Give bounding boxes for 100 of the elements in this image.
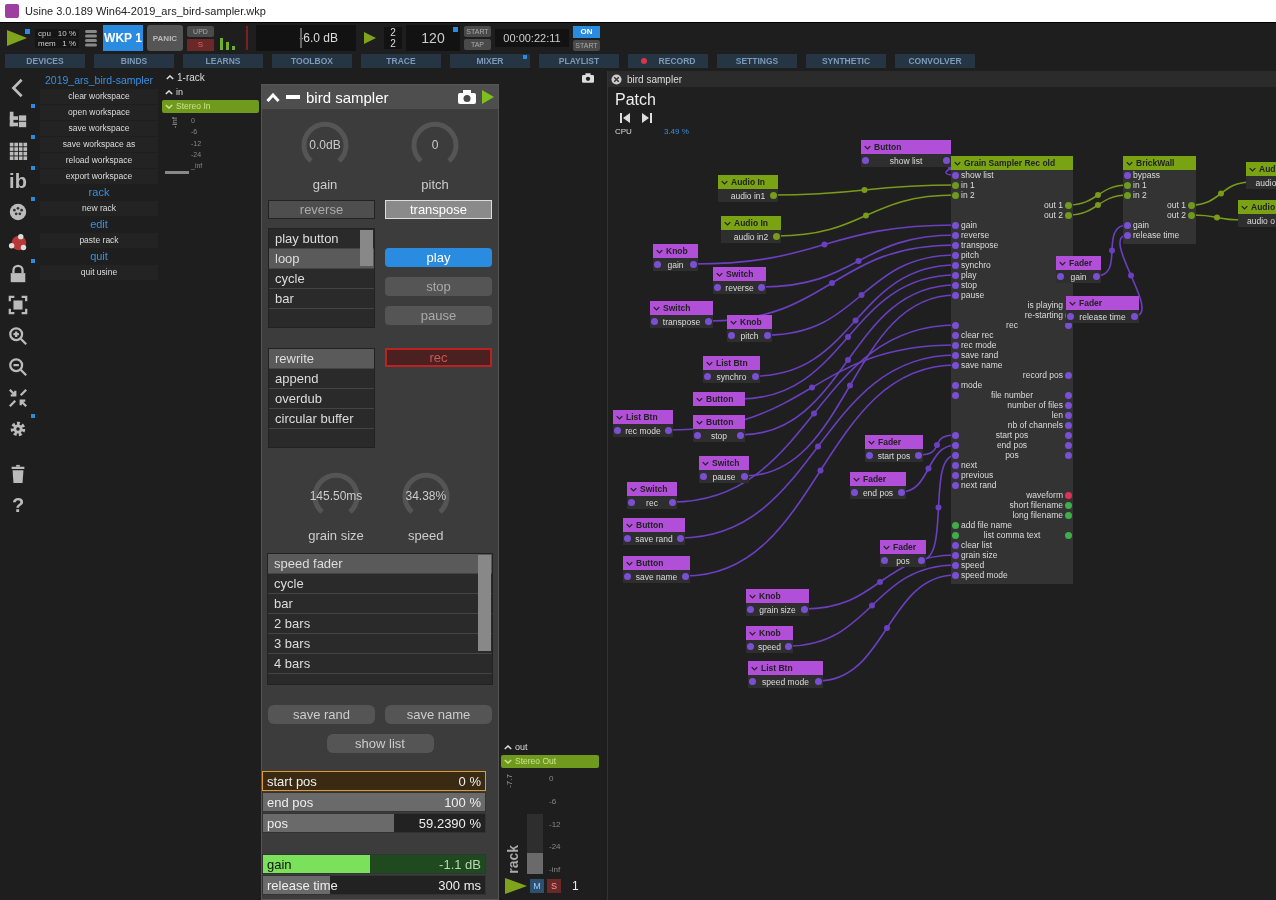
port-dot[interactable] xyxy=(682,573,689,580)
show-list-button[interactable]: show list xyxy=(326,734,434,753)
play-icon[interactable] xyxy=(505,878,527,894)
chevron-down-icon[interactable] xyxy=(653,305,660,311)
time-signature[interactable]: 2 2 xyxy=(384,27,402,49)
chevron-down-icon[interactable] xyxy=(630,486,637,492)
frame-icon[interactable] xyxy=(8,295,28,315)
chevron-down-icon[interactable] xyxy=(706,360,713,366)
port-dot[interactable] xyxy=(943,157,950,164)
workspace-name[interactable]: 2019_ars_bird-sampler xyxy=(40,74,158,88)
knob[interactable]: 34.38% xyxy=(399,470,452,522)
port-dot[interactable] xyxy=(773,233,780,240)
port-dot[interactable] xyxy=(952,471,959,479)
chevron-down-icon[interactable] xyxy=(730,319,737,325)
dial-icon[interactable] xyxy=(8,202,28,222)
transport-button[interactable]: stop xyxy=(385,277,492,296)
port-dot[interactable] xyxy=(1065,411,1072,419)
port-dot[interactable] xyxy=(1124,221,1131,229)
port-dot[interactable] xyxy=(952,331,959,339)
patch-node[interactable]: Button stop xyxy=(693,415,745,442)
port-dot[interactable] xyxy=(1065,511,1072,519)
menu-item[interactable]: quit usine xyxy=(40,265,158,280)
port-dot[interactable] xyxy=(952,461,959,469)
port-dot[interactable] xyxy=(952,221,959,229)
patch-node[interactable]: Switch pause xyxy=(699,456,749,483)
node-header[interactable]: Button xyxy=(623,518,685,532)
master-volume-display[interactable]: -6.0 dB xyxy=(256,25,356,51)
port-dot[interactable] xyxy=(1065,211,1072,219)
tab[interactable]: TOOLBOX xyxy=(272,54,352,68)
patch-node[interactable]: Knob speed xyxy=(746,626,793,653)
chevron-down-icon[interactable] xyxy=(696,396,703,402)
chevron-down-icon[interactable] xyxy=(696,419,703,425)
action-button[interactable]: save rand xyxy=(268,705,375,724)
port-dot[interactable] xyxy=(898,489,905,496)
chevron-up-icon[interactable] xyxy=(166,75,174,80)
port-dot[interactable] xyxy=(1065,431,1072,439)
port-dot[interactable] xyxy=(1065,201,1072,209)
port-dot[interactable] xyxy=(952,261,959,269)
node-header[interactable]: Fader xyxy=(880,540,926,554)
port-dot[interactable] xyxy=(770,192,777,199)
collapse-icon[interactable] xyxy=(8,388,28,408)
port-dot[interactable] xyxy=(651,318,658,325)
node-header[interactable]: Fader xyxy=(1066,296,1139,310)
patch-node[interactable]: Fader gain xyxy=(1056,256,1101,283)
menu-item[interactable]: save workspace as xyxy=(40,137,158,152)
port-dot[interactable] xyxy=(952,251,959,259)
panic-button[interactable]: PANIC xyxy=(147,25,183,51)
port-dot[interactable] xyxy=(952,341,959,349)
chevron-down-icon[interactable] xyxy=(749,593,756,599)
port-dot[interactable] xyxy=(952,231,959,239)
fader[interactable]: release time 300 ms xyxy=(262,875,486,895)
port-dot[interactable] xyxy=(747,643,754,650)
chevron-down-icon[interactable] xyxy=(751,665,758,671)
chevron-down-icon[interactable] xyxy=(1241,204,1248,210)
port-dot[interactable] xyxy=(1124,171,1131,179)
node-header[interactable]: Fader xyxy=(850,472,906,486)
port-dot[interactable] xyxy=(801,606,808,613)
scrollbar[interactable] xyxy=(478,555,491,651)
camera-icon[interactable] xyxy=(582,72,594,83)
node-header[interactable]: BrickWall xyxy=(1123,156,1196,170)
chevron-down-icon[interactable] xyxy=(702,460,709,466)
port-dot[interactable] xyxy=(1065,441,1072,449)
nodes-icon[interactable] xyxy=(8,233,28,253)
port-dot[interactable] xyxy=(952,171,959,179)
node-header[interactable]: Fader xyxy=(865,435,923,449)
port-dot[interactable] xyxy=(866,452,873,459)
patch-node[interactable]: Fader end pos xyxy=(850,472,906,499)
patch-node[interactable]: Button save rand xyxy=(623,518,685,545)
port-dot[interactable] xyxy=(624,535,631,542)
port-dot[interactable] xyxy=(752,373,759,380)
node-header[interactable]: Switch xyxy=(699,456,749,470)
tab[interactable]: SYNTHETIC xyxy=(806,54,886,68)
node-header[interactable]: Button xyxy=(693,415,745,429)
grid-icon[interactable] xyxy=(8,140,28,160)
port-dot[interactable] xyxy=(614,427,621,434)
port-dot[interactable] xyxy=(1065,371,1072,379)
port-dot[interactable] xyxy=(1188,211,1195,219)
port-dot[interactable] xyxy=(714,284,721,291)
port-dot[interactable] xyxy=(1065,491,1072,499)
s-button[interactable]: S xyxy=(187,38,214,51)
port-dot[interactable] xyxy=(952,191,959,199)
port-dot[interactable] xyxy=(952,451,959,459)
node-header[interactable]: List Btn xyxy=(748,661,823,675)
port-dot[interactable] xyxy=(952,321,959,329)
menu-item[interactable]: new rack xyxy=(40,201,158,216)
list-item[interactable]: rewrite xyxy=(269,349,374,369)
play-icon[interactable] xyxy=(482,90,494,104)
tempo-display[interactable]: 120 xyxy=(406,25,460,51)
chevron-down-icon[interactable] xyxy=(626,560,633,566)
lock-icon[interactable] xyxy=(8,264,28,284)
port-dot[interactable] xyxy=(677,535,684,542)
port-dot[interactable] xyxy=(952,271,959,279)
patch-node[interactable]: Audio In audio in2 xyxy=(721,216,781,243)
port-dot[interactable] xyxy=(952,361,959,369)
port-dot[interactable] xyxy=(628,499,635,506)
chevron-down-icon[interactable] xyxy=(1126,160,1133,166)
chevron-down-icon[interactable] xyxy=(1249,166,1256,172)
knob[interactable]: 145.50ms xyxy=(310,470,362,522)
patch-node[interactable]: List Btn speed mode xyxy=(748,661,823,688)
chevron-down-icon[interactable] xyxy=(1069,300,1076,306)
